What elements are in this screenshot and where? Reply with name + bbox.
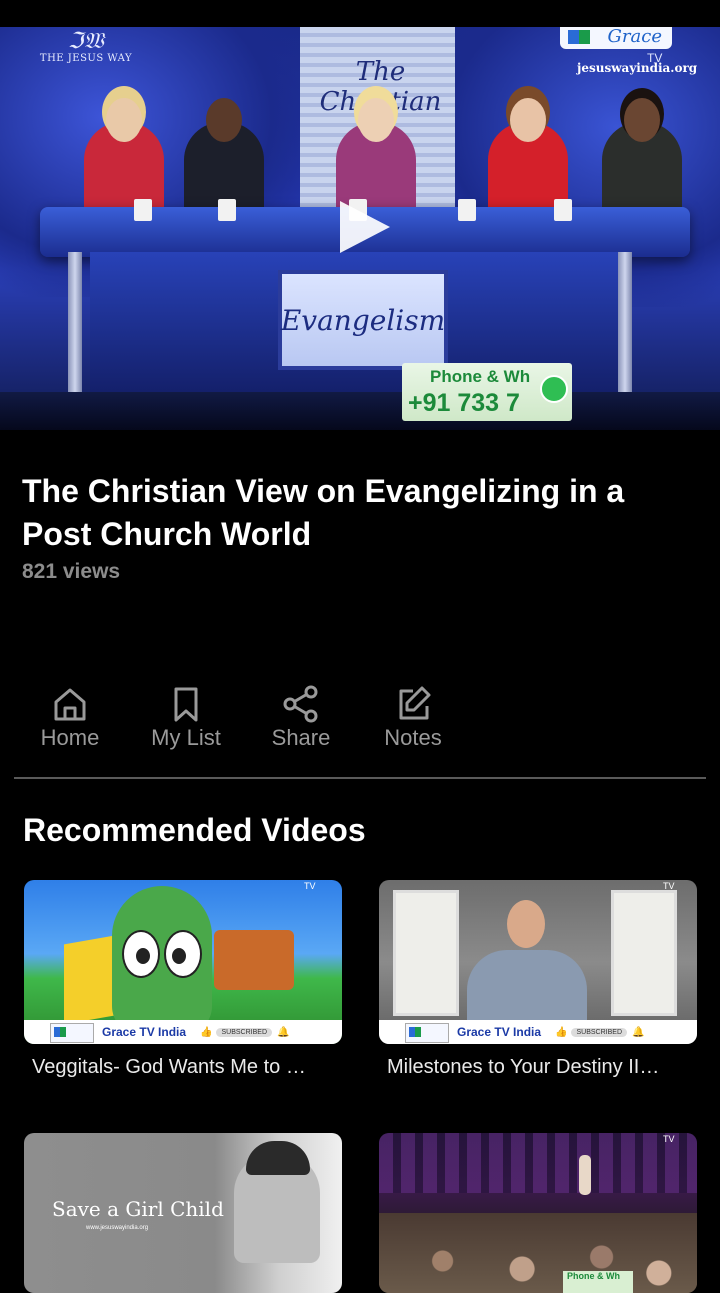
child-hair — [246, 1141, 310, 1175]
evangelism-sign: Evangelism — [278, 270, 448, 370]
studio-floor — [0, 392, 720, 430]
mug — [218, 199, 236, 221]
share-icon — [283, 685, 318, 723]
recommended-heading: Recommended Videos — [23, 812, 366, 848]
phone-banner-line1: Phone & Wh — [430, 367, 531, 386]
grace-logo-icon — [50, 1023, 94, 1043]
home-button[interactable]: Home — [15, 684, 125, 751]
phone-banner-line2: +91 733 7 — [408, 389, 520, 417]
thumbs-up-icon: 👍 — [200, 1026, 213, 1038]
bell-icon: 🔔 — [632, 1026, 645, 1038]
action-bar: Home My List Share Notes — [0, 684, 720, 754]
view-count: 821 views — [22, 560, 121, 583]
speaker-figure — [467, 950, 587, 1030]
bell-icon: 🔔 — [277, 1026, 290, 1038]
audience — [379, 1213, 697, 1293]
subscribe-strip: Grace TV India 👍 SUBSCRIBED 🔔 — [379, 1020, 697, 1044]
grace-tv-logo: Grace — [560, 27, 672, 49]
video-caption: Milestones to Your Destiny II… — [387, 1056, 660, 1078]
my-list-label: My List — [151, 725, 221, 750]
bookshelf — [393, 890, 459, 1016]
video-thumbnail: TV Grace TV India 👍 SUBSCRIBED 🔔 — [379, 880, 697, 1044]
jesus-way-logo-text: THE JESUS WAY — [39, 53, 133, 64]
video-thumbnail: Save a Girl Child www.jesuswayindia.org — [24, 1133, 342, 1293]
veggie-character — [112, 886, 212, 1036]
recommended-video-card[interactable]: TV Grace TV India 👍 SUBSCRIBED 🔔 Milesto… — [379, 880, 697, 1079]
channel-name: Grace TV India — [457, 1025, 542, 1039]
grace-logo-icon — [405, 1023, 449, 1043]
speaker-head — [507, 900, 545, 948]
subscribed-badge: SUBSCRIBED — [571, 1027, 627, 1037]
share-button[interactable]: Share — [246, 684, 356, 751]
grace-logo-text: Grace — [607, 27, 662, 47]
mug — [134, 199, 152, 221]
recommended-video-card[interactable]: Save a Girl Child www.jesuswayindia.org — [24, 1133, 342, 1293]
tv-mark: TV — [663, 1134, 675, 1144]
status-bar — [0, 0, 720, 27]
video-player[interactable]: The Christian VIEW ℑ𝔚 THE JESUS WAY Grac… — [0, 27, 720, 430]
recommended-video-card[interactable]: TV Phone & Wh — [379, 1133, 697, 1293]
video-thumbnail: TV Phone & Wh — [379, 1133, 697, 1293]
bookshelf — [611, 890, 677, 1016]
subscribe-strip: Grace TV India 👍 SUBSCRIBED 🔔 — [24, 1020, 342, 1044]
stage-lights — [379, 1133, 697, 1193]
scene-block — [214, 930, 294, 990]
scene-block — [64, 935, 114, 1025]
thumbnail-subtitle: www.jesuswayindia.org — [86, 1225, 149, 1231]
divider — [14, 777, 706, 779]
mug — [554, 199, 572, 221]
speaker-figure — [579, 1155, 591, 1195]
bookmark-icon — [174, 687, 198, 722]
thumbs-up-icon: 👍 — [555, 1026, 568, 1038]
thumbnail-title: Save a Girl Child — [52, 1197, 224, 1221]
share-label: Share — [271, 725, 331, 750]
channel-name: Grace TV India — [102, 1025, 187, 1039]
notes-button[interactable]: Notes — [358, 684, 468, 751]
video-title: The Christian View on Evangelizing in a … — [22, 473, 625, 552]
recommended-video-card[interactable]: TV Grace TV India 👍 SUBSCRIBED 🔔 Veggita… — [24, 880, 342, 1079]
play-icon[interactable] — [340, 201, 390, 253]
home-label: Home — [40, 725, 100, 750]
character-eye — [122, 930, 160, 978]
phone-banner: Phone & Wh +91 733 7 — [402, 363, 572, 421]
tv-mark: TV — [663, 881, 675, 891]
home-icon — [54, 688, 86, 721]
subscribed-badge: SUBSCRIBED — [216, 1027, 272, 1037]
mug — [458, 199, 476, 221]
jesus-way-logo: ℑ𝔚 THE JESUS WAY — [36, 29, 136, 65]
video-caption: Veggitals- God Wants Me to … — [32, 1056, 306, 1078]
tv-mark: TV — [304, 881, 316, 891]
edit-icon — [399, 686, 431, 720]
notes-label: Notes — [384, 725, 442, 750]
character-eye — [164, 930, 202, 978]
site-url-watermark: jesuswayindia.org — [577, 61, 698, 75]
my-list-button[interactable]: My List — [131, 684, 241, 751]
whatsapp-icon — [540, 375, 568, 403]
phone-banner: Phone & Wh — [563, 1271, 633, 1293]
jw-monogram-icon: ℑ𝔚 — [67, 29, 105, 54]
video-thumbnail: TV Grace TV India 👍 SUBSCRIBED 🔔 — [24, 880, 342, 1044]
